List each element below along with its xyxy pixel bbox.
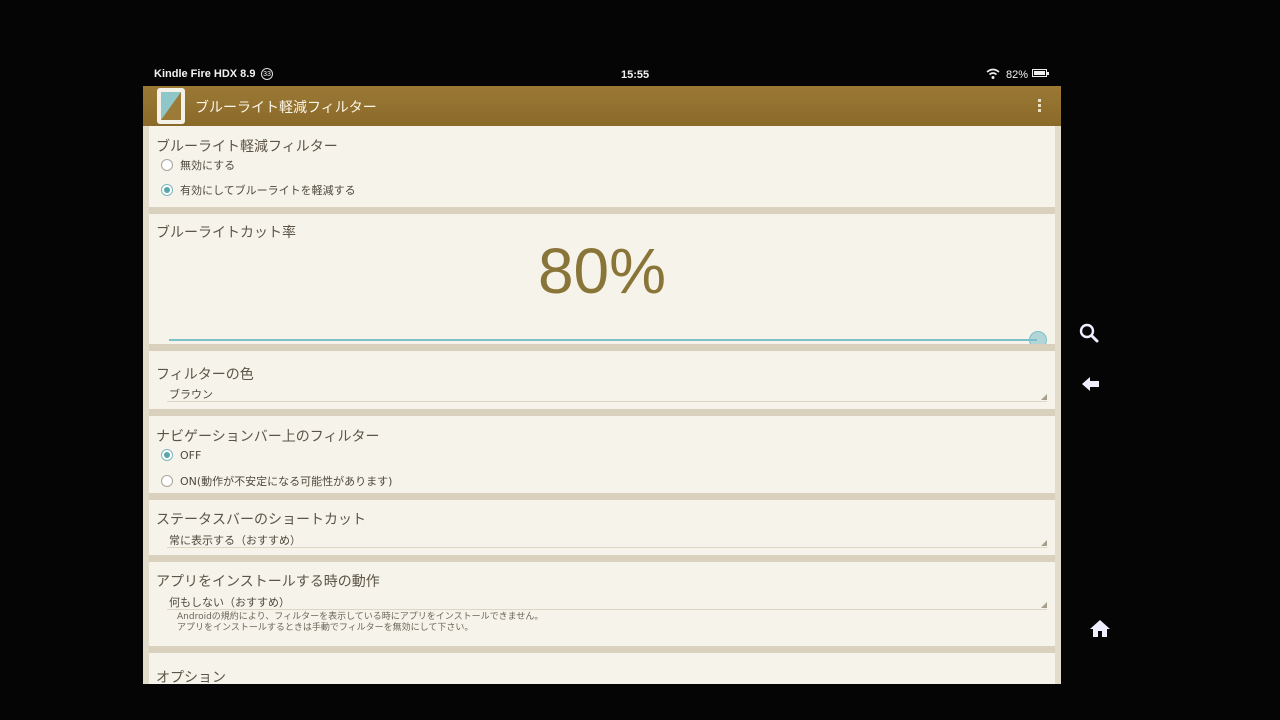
notification-count-badge[interactable]: 33	[261, 68, 273, 80]
filter-color-value: ブラウン	[169, 388, 213, 401]
divider	[149, 493, 1055, 500]
navbar-filter-card: ナビゲーションバー上のフィルター OFF ON(動作が不安定になる可能性がありま…	[149, 416, 1055, 493]
filter-option-enable[interactable]: 有効にしてブルーライトを軽減する	[161, 182, 356, 198]
overflow-menu-icon[interactable]	[1035, 97, 1043, 115]
options-title: オプション	[156, 670, 226, 684]
dropdown-arrow-icon	[1041, 540, 1047, 546]
navbar-option-on[interactable]: ON(動作が不安定になる可能性があります)	[161, 473, 392, 489]
back-arrow-icon[interactable]	[1079, 372, 1103, 396]
radio-on[interactable]	[161, 475, 173, 487]
navbar-filter-title: ナビゲーションバー上のフィルター	[156, 429, 380, 445]
dropdown-arrow-icon	[1041, 394, 1047, 400]
statusbar-shortcut-card[interactable]: ステータスバーのショートカット 常に表示する（おすすめ）	[149, 500, 1055, 555]
filter-app-icon	[161, 92, 181, 120]
device-name: Kindle Fire HDX 8.9	[154, 68, 256, 80]
app-icon[interactable]	[157, 88, 185, 124]
dropdown-arrow-icon	[1041, 602, 1047, 608]
search-icon[interactable]	[1077, 321, 1101, 345]
divider	[149, 409, 1055, 416]
statusbar-shortcut-value: 常に表示する（おすすめ）	[169, 534, 301, 547]
app-title: ブルーライト軽減フィルター	[195, 100, 377, 116]
battery-percent: 82%	[1006, 69, 1029, 81]
cut-rate-value: 80%	[537, 235, 667, 307]
divider	[149, 555, 1055, 562]
radio-enable[interactable]	[161, 184, 173, 196]
statusbar-shortcut-title: ステータスバーのショートカット	[156, 512, 366, 528]
dropdown-underline	[167, 609, 1047, 610]
filter-enable-card: ブルーライト軽減フィルター 無効にする 有効にしてブルーライトを軽減する	[149, 126, 1055, 207]
app-screen: ブルーライト軽減フィルター ブルーライト軽減フィルター 無効にする 有効にしてブ…	[143, 86, 1061, 684]
install-note-line2: アプリをインストールするときは手動でフィルターを無効にして下さい。	[177, 623, 474, 633]
wifi-icon	[986, 68, 1000, 79]
install-note-line1: Androidの規約により、フィルターを表示している時にアプリをインストールでき…	[177, 612, 544, 622]
home-icon[interactable]	[1088, 617, 1112, 641]
battery-icon	[1032, 69, 1049, 77]
navbar-option-off[interactable]: OFF	[161, 449, 201, 462]
dropdown-underline	[167, 401, 1047, 402]
radio-off[interactable]	[161, 449, 173, 461]
cut-rate-card: ブルーライトカット率 80%	[149, 214, 1055, 349]
options-card[interactable]: オプション	[149, 653, 1055, 684]
install-behavior-title: アプリをインストールする時の動作	[156, 574, 380, 590]
action-bar: ブルーライト軽減フィルター	[143, 86, 1061, 126]
divider	[149, 646, 1055, 653]
filter-color-title: フィルターの色	[156, 367, 254, 383]
dropdown-underline	[167, 547, 1047, 548]
filter-enable-title: ブルーライト軽減フィルター	[156, 139, 338, 155]
filter-color-card[interactable]: フィルターの色 ブラウン	[149, 351, 1055, 409]
clock: 15:55	[621, 69, 650, 81]
divider	[149, 344, 1055, 351]
status-bar: Kindle Fire HDX 8.9 33 15:55 82%	[143, 64, 1061, 86]
radio-disable[interactable]	[161, 159, 173, 171]
slider-track	[169, 339, 1037, 341]
filter-option-disable[interactable]: 無効にする	[161, 157, 235, 173]
install-behavior-value: 何もしない（おすすめ）	[169, 596, 290, 609]
divider	[149, 207, 1055, 214]
install-behavior-card[interactable]: アプリをインストールする時の動作 何もしない（おすすめ） Androidの規約に…	[149, 562, 1055, 646]
